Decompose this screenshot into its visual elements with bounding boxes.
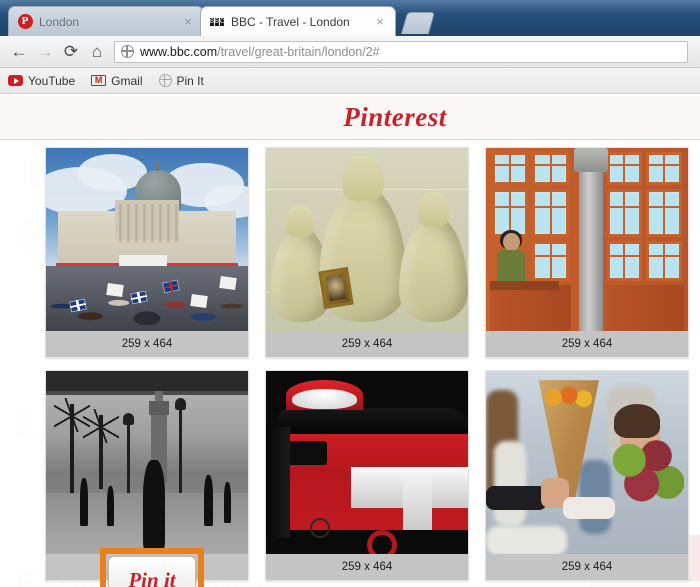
close-icon[interactable]: ×: [181, 15, 195, 29]
pin-card[interactable]: 259 x 464: [45, 147, 249, 358]
pinterest-icon: P: [17, 14, 33, 30]
pinterest-header: Pinterest: [0, 95, 700, 140]
pin-caption: 259 x 464: [46, 331, 248, 357]
pinterest-logo[interactable]: Pinterest: [343, 102, 447, 133]
pin-caption: 259 x 464: [486, 554, 688, 580]
home-icon[interactable]: ⌂: [84, 39, 110, 65]
orange-window-facade-image: [486, 148, 688, 333]
pin-card[interactable]: 259 x 464: [485, 370, 689, 581]
pin-thumbnail[interactable]: [486, 148, 688, 333]
pin-caption: 259 x 464: [266, 331, 468, 357]
bookmark-gmail[interactable]: M Gmail: [91, 73, 143, 88]
vintage-dresses-exhibit-image: [266, 148, 468, 333]
tab-bbc-travel-london[interactable]: BBC BBC - Travel - London ×: [200, 6, 396, 36]
tab-title: London: [39, 14, 80, 29]
bookmark-pin-it[interactable]: Pin It: [158, 73, 204, 88]
pinterest-image-grid: 259 x 464 259 x 464 259 x 464 259 x 464 …: [0, 140, 700, 587]
browser-window: P London × BBC BBC - Travel - London × ←…: [0, 0, 700, 587]
url-host: www.bbc.com: [140, 44, 218, 59]
back-icon[interactable]: ←: [6, 39, 32, 65]
page-viewport: T Ho Lo Explore London la Pinterest: [0, 95, 700, 587]
pin-caption: 259 x 464: [266, 554, 468, 580]
pin-card[interactable]: 259 x 464: [485, 147, 689, 358]
address-bar[interactable]: www.bbc.com/travel/great-britain/london/…: [114, 40, 688, 63]
pin-thumbnail[interactable]: [46, 371, 248, 556]
forward-icon[interactable]: →: [32, 39, 58, 65]
tab-strip: P London × BBC BBC - Travel - London ×: [0, 0, 700, 36]
trafalgar-square-crowd-image: [46, 148, 248, 333]
new-tab-button[interactable]: [400, 12, 436, 34]
flower-market-bouquet-image: [486, 371, 688, 556]
globe-icon: [158, 74, 172, 87]
pin-thumbnail[interactable]: [266, 148, 468, 333]
bookmark-label: Pin It: [176, 73, 204, 88]
red-double-decker-bus-image: [266, 371, 468, 556]
pin-card[interactable]: 259 x 464: [265, 147, 469, 358]
pin-caption: 259 x 464: [486, 331, 688, 357]
globe-icon: [121, 45, 134, 58]
bbc-icon: BBC: [210, 17, 225, 26]
pin-thumbnail[interactable]: [46, 148, 248, 333]
tab-title: BBC - Travel - London: [231, 14, 350, 29]
pin-card[interactable]: 259 x 464: [265, 370, 469, 581]
gmail-icon: M: [91, 75, 107, 86]
reload-icon[interactable]: ⟳: [58, 39, 84, 65]
pin-it-button[interactable]: Pin it: [108, 556, 196, 587]
pin-thumbnail[interactable]: [486, 371, 688, 556]
url-path: /travel/great-britain/london/2#: [217, 44, 380, 59]
bookmark-youtube[interactable]: YouTube: [8, 74, 75, 88]
pin-thumbnail[interactable]: [266, 371, 468, 556]
youtube-icon: [8, 75, 23, 86]
pin-it-highlight: Pin it: [100, 548, 204, 587]
navigation-toolbar: ← → ⟳ ⌂ www.bbc.com/travel/great-britain…: [0, 36, 700, 68]
bookmarks-bar: YouTube M Gmail Pin It: [0, 68, 700, 94]
bookmark-label: YouTube: [28, 73, 76, 88]
tab-london-pinterest[interactable]: P London ×: [8, 6, 204, 36]
close-icon[interactable]: ×: [373, 15, 387, 29]
rainy-thames-bigben-image: [46, 371, 248, 556]
bookmark-label: Gmail: [111, 73, 143, 88]
